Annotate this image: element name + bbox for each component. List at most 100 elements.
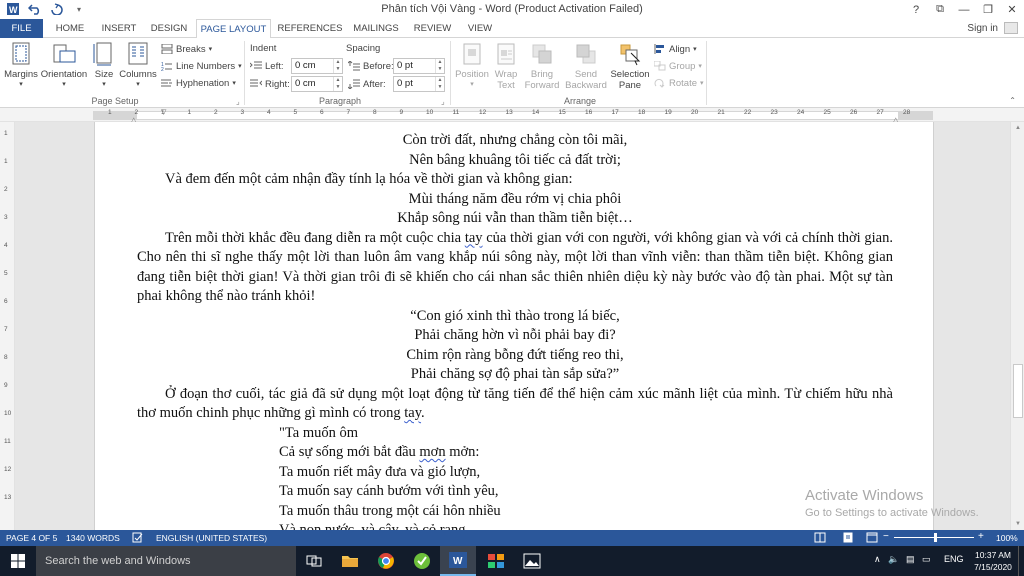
first-line-indent-marker[interactable]: ▽ xyxy=(161,108,166,116)
size-button[interactable]: Size ▾ xyxy=(92,41,116,88)
tab-file[interactable]: FILE xyxy=(0,19,43,38)
show-desktop-button[interactable] xyxy=(1018,546,1024,576)
photos-app-icon[interactable] xyxy=(478,546,514,576)
print-layout-icon[interactable] xyxy=(842,532,854,545)
paragraph[interactable]: Trên mỗi thời khắc đều đang diễn ra một … xyxy=(137,229,893,307)
group-button[interactable]: Group ▾ xyxy=(653,59,702,73)
tab-mailings[interactable]: MAILINGS xyxy=(350,19,402,38)
spelling-flag[interactable]: tay xyxy=(404,405,421,421)
verse-line[interactable]: Ta muốn thâu trong một cái hôn nhiều xyxy=(137,502,893,522)
system-clock[interactable]: 10:37 AM 7/15/2020 xyxy=(970,549,1016,573)
verse-line[interactable]: Còn trời đất, nhưng chẳng còn tôi mãi, xyxy=(137,131,893,151)
vertical-ruler[interactable]: 1 1 2 3 4 5 6 7 8 9 10 11 12 13 xyxy=(0,122,15,530)
paragraph[interactable]: Ở đoạn thơ cuối, tác giả đã sử dụng một … xyxy=(137,385,893,424)
scroll-thumb[interactable] xyxy=(1013,364,1023,418)
tab-review[interactable]: REVIEW xyxy=(410,19,455,38)
orientation-button[interactable]: Orientation ▾ xyxy=(40,41,88,88)
indent-left-input[interactable]: 0 cm ▲ ▼ xyxy=(291,58,343,74)
image-viewer-icon[interactable] xyxy=(514,546,550,576)
paragraph-line[interactable]: Và đem đến một cảm nhận đầy tính lạ hóa … xyxy=(137,170,893,190)
columns-button[interactable]: Columns ▾ xyxy=(119,41,157,88)
tab-view[interactable]: VIEW xyxy=(462,19,498,38)
verse-line[interactable]: Phải chăng sợ độ phai tàn sắp sửa?” xyxy=(137,365,893,385)
word-count[interactable]: 1340 WORDS xyxy=(66,533,120,543)
show-hidden-icons[interactable]: ∧ xyxy=(874,554,881,565)
zoom-slider-thumb[interactable] xyxy=(934,533,937,542)
file-explorer-icon[interactable] xyxy=(332,546,368,576)
wrap-text-button[interactable]: Wrap Text xyxy=(492,41,520,91)
account-icon[interactable] xyxy=(1004,22,1018,34)
chrome-icon[interactable] xyxy=(368,546,404,576)
margins-button[interactable]: Margins ▾ xyxy=(4,41,38,88)
verse-line[interactable]: Chim rộn ràng bỗng đứt tiếng reo thi, xyxy=(137,346,893,366)
network-icon[interactable]: ▤ xyxy=(906,554,915,565)
page-count[interactable]: PAGE 4 OF 5 xyxy=(6,533,57,543)
spacing-before-input[interactable]: 0 pt ▲ ▼ xyxy=(393,58,445,74)
restore-button[interactable]: ❐ xyxy=(976,0,1000,19)
battery-icon[interactable]: ▭ xyxy=(922,554,931,565)
collapse-ribbon-icon[interactable]: ⌃ xyxy=(1009,96,1016,105)
verse-line[interactable]: Phải chăng hờn vì nỗi phải bay đi? xyxy=(137,326,893,346)
taskbar-search-input[interactable]: Search the web and Windows xyxy=(36,546,296,576)
tab-page-layout[interactable]: PAGE LAYOUT xyxy=(196,19,271,39)
zoom-level[interactable]: 100% xyxy=(996,533,1018,543)
align-button[interactable]: Align ▾ xyxy=(654,42,697,56)
spacing-after-spinner[interactable]: ▲ ▼ xyxy=(435,77,444,91)
group-label: Group xyxy=(669,60,696,72)
signin-link[interactable]: Sign in xyxy=(967,23,998,34)
language-status[interactable]: ENGLISH (UNITED STATES) xyxy=(156,533,267,543)
spelling-flag[interactable]: mơn xyxy=(419,444,445,460)
web-layout-icon[interactable] xyxy=(866,532,878,545)
document-area[interactable]: Còn trời đất, nhưng chẳng còn tôi mãi, N… xyxy=(15,122,1010,530)
indent-right-input[interactable]: 0 cm ▲ ▼ xyxy=(291,76,343,92)
hyphenation-button[interactable]: Hyphenation ▾ xyxy=(161,76,236,90)
position-button[interactable]: Position ▾ xyxy=(454,41,490,88)
paragraph-launcher[interactable]: ⌟ xyxy=(441,97,445,106)
breaks-button[interactable]: Breaks ▾ xyxy=(161,42,212,56)
minimize-button[interactable]: — xyxy=(952,0,976,19)
tab-insert[interactable]: INSERT xyxy=(97,19,141,38)
document-page[interactable]: Còn trời đất, nhưng chẳng còn tôi mãi, N… xyxy=(94,122,934,530)
spacing-after-input[interactable]: 0 pt ▲ ▼ xyxy=(393,76,445,92)
tab-home[interactable]: HOME xyxy=(49,19,91,38)
start-button[interactable] xyxy=(0,546,36,576)
green-app-icon[interactable] xyxy=(404,546,440,576)
horizontal-ruler[interactable]: 1 2 1 1 2 3 4 5 6 7 8 9 10 11 12 13 14 15 16 17 18 19 20 21 22 23… xyxy=(0,108,1024,124)
line-numbers-button[interactable]: 12 Line Numbers ▾ xyxy=(161,59,242,74)
verse-line[interactable]: Khắp sông núi vẫn than thầm tiễn biệt… xyxy=(137,209,893,229)
verse-line[interactable]: Và non nước, và cây, và cỏ rạng, xyxy=(137,521,893,530)
help-button[interactable]: ? xyxy=(904,0,928,19)
zoom-in-icon[interactable]: + xyxy=(978,531,984,542)
verse-line[interactable]: “Con gió xinh thì thào trong lá biếc, xyxy=(137,307,893,327)
scroll-down-icon[interactable]: ▼ xyxy=(1011,518,1024,530)
tab-design[interactable]: DESIGN xyxy=(147,19,191,38)
ribbon-display-button[interactable]: ⧉ xyxy=(928,0,952,19)
page-setup-launcher[interactable]: ⌟ xyxy=(236,97,240,106)
spacing-before-spinner[interactable]: ▲ ▼ xyxy=(435,59,444,73)
indent-right-spinner[interactable]: ▲ ▼ xyxy=(333,77,342,91)
indent-left-spinner[interactable]: ▲ ▼ xyxy=(333,59,342,73)
read-mode-icon[interactable] xyxy=(814,532,826,545)
verse-line[interactable]: Mùi tháng năm đều rớm vị chia phôi xyxy=(137,190,893,210)
document-body[interactable]: Còn trời đất, nhưng chẳng còn tôi mãi, N… xyxy=(137,131,893,530)
word-taskbar-icon[interactable]: W xyxy=(440,546,476,576)
scroll-up-icon[interactable]: ▲ xyxy=(1011,122,1024,134)
tab-references[interactable]: REFERENCES xyxy=(278,19,343,38)
verse-line[interactable]: Cả sự sống mới bắt đầu mơn mởn: xyxy=(137,443,893,463)
task-view-icon[interactable] xyxy=(296,546,332,576)
verse-line[interactable]: "Ta muốn ôm xyxy=(137,424,893,444)
zoom-out-icon[interactable]: − xyxy=(883,531,889,542)
selection-pane-button[interactable]: Selection Pane xyxy=(610,41,650,91)
bring-forward-button[interactable]: Bring Forward xyxy=(522,41,562,91)
send-backward-button[interactable]: Send Backward xyxy=(564,41,608,91)
verse-line[interactable]: Nên bâng khuâng tôi tiếc cả đất trời; xyxy=(137,151,893,171)
verse-line[interactable]: Ta muốn riết mây đưa và gió lượn, xyxy=(137,463,893,483)
volume-icon[interactable]: 🔈 xyxy=(888,554,899,565)
close-button[interactable]: ✕ xyxy=(1000,0,1024,19)
vertical-scrollbar[interactable]: ▲ ▼ xyxy=(1010,122,1024,530)
verse-line[interactable]: Ta muốn say cánh bướm với tình yêu, xyxy=(137,482,893,502)
proofing-icon[interactable] xyxy=(132,532,143,545)
rotate-button[interactable]: Rotate ▾ xyxy=(654,76,704,90)
spelling-flag[interactable]: tay xyxy=(465,230,483,246)
input-language[interactable]: ENG xyxy=(944,554,964,564)
